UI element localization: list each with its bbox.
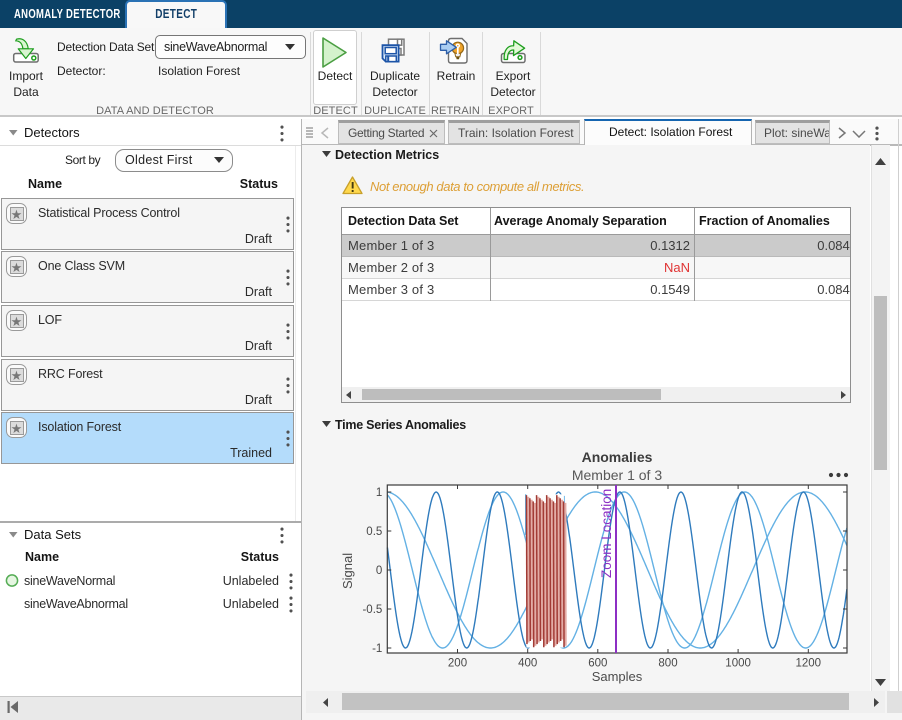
svg-text:600: 600 [588,658,607,670]
svg-text:1000: 1000 [725,658,751,670]
svg-text:Signal: Signal [340,553,355,589]
svg-text:1200: 1200 [796,658,822,670]
svg-text:400: 400 [518,658,537,670]
svg-text:-1: -1 [372,643,382,655]
svg-text:200: 200 [448,658,467,670]
svg-text:0: 0 [376,565,382,577]
svg-text:Anomalies: Anomalies [582,449,653,465]
svg-text:0.5: 0.5 [366,526,382,538]
svg-text:Member 1 of 3: Member 1 of 3 [572,467,662,483]
svg-text:Zoom Location: Zoom Location [599,489,614,578]
svg-text:-0.5: -0.5 [362,604,382,616]
svg-text:Samples: Samples [592,669,643,684]
svg-text:1: 1 [376,487,382,499]
svg-text:800: 800 [658,658,677,670]
